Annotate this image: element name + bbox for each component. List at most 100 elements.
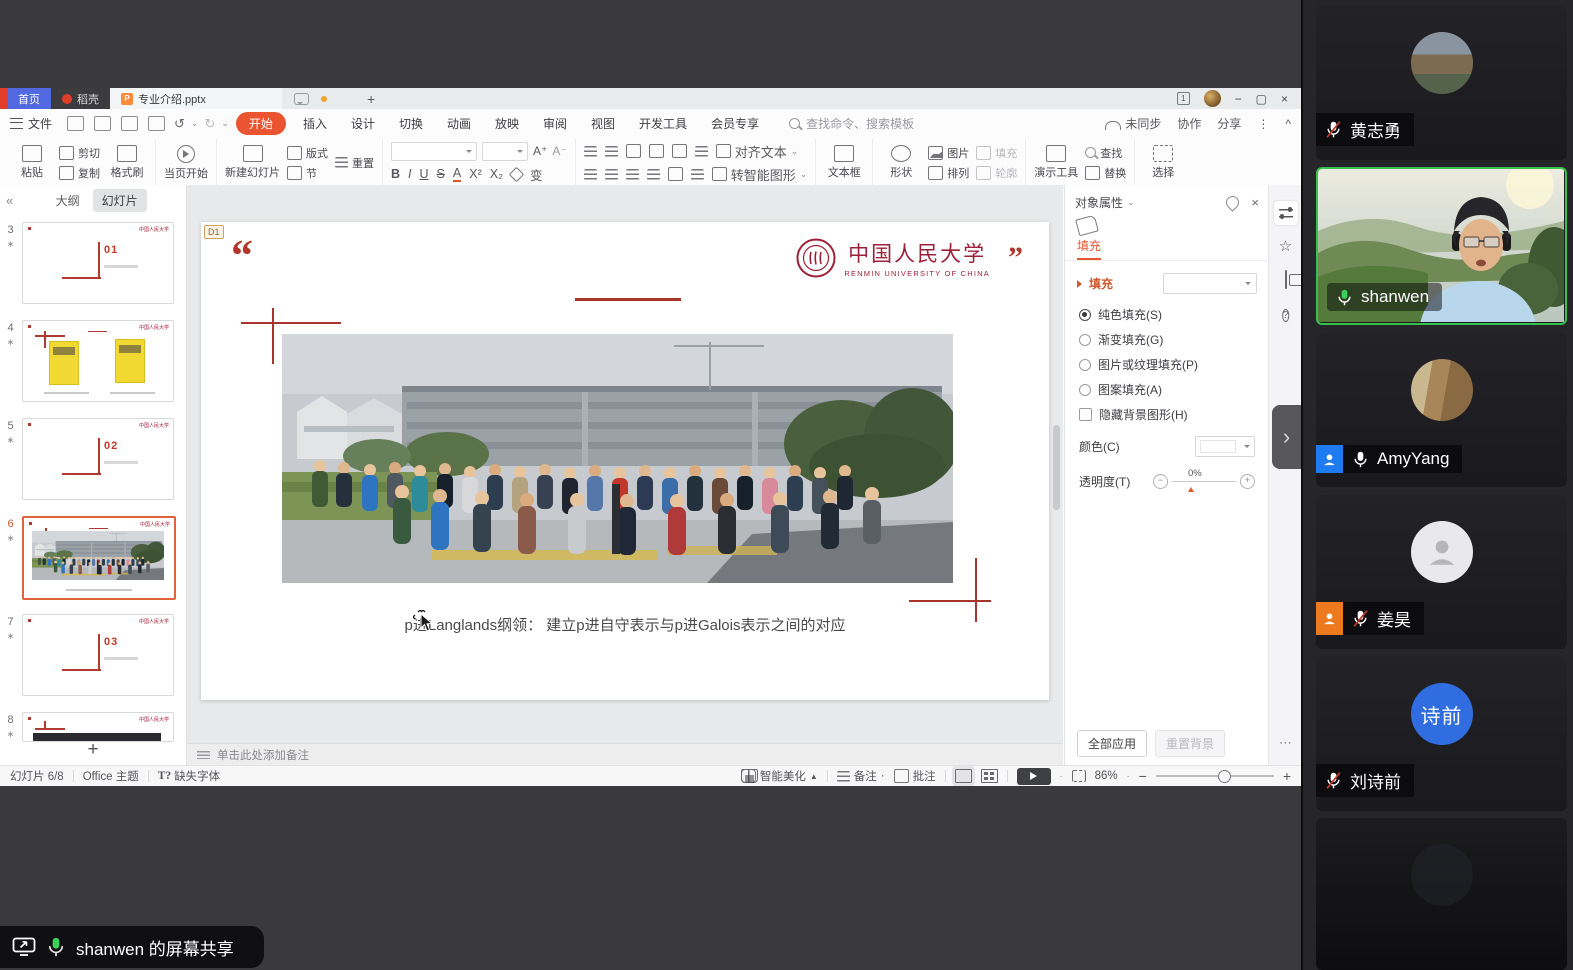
undo-caret[interactable]: ⌄ [191,118,199,129]
menu-tab-design[interactable]: 设计 [341,112,385,135]
preview-icon[interactable] [148,116,165,131]
zoom-percentage[interactable]: 86% [1095,770,1118,782]
increase-transparency-button[interactable]: + [1240,474,1255,489]
select-button[interactable]: 选择 [1143,145,1183,180]
align-center-icon[interactable] [605,169,618,180]
comment-bubble-icon[interactable] [294,93,309,105]
picture-button[interactable]: 图片 [928,145,969,161]
group-photo[interactable] [282,334,953,583]
layout-button[interactable]: 版式 [287,145,328,161]
strip-more-button[interactable]: ⋯ [1279,735,1292,751]
slide-thumbnail-3[interactable]: 中国人民大学 01 [22,222,174,304]
slider-marker[interactable] [1188,484,1194,492]
new-slide-button[interactable]: 新建幻灯片 [225,145,280,180]
reset-background-button[interactable]: 重置背景 [1155,730,1225,757]
text-effects-button[interactable]: 变 [530,165,543,184]
close-button[interactable]: × [1281,92,1288,106]
option-gradient-fill[interactable]: 渐变填充(G) [1065,327,1269,352]
more-menu[interactable]: ⋮ [1257,117,1269,131]
new-tab-button[interactable]: + [367,91,375,107]
increase-font-button[interactable]: A⁺ [533,144,547,158]
reading-view-button[interactable] [741,769,758,783]
bullet-list-icon[interactable] [584,146,597,157]
redo-button[interactable]: ↻ [204,116,215,132]
menu-tab-devtools[interactable]: 开发工具 [629,112,697,135]
slide-caption[interactable]: p进Langlands纲领： 建立p进自守表示与p进Galois表示之间的对应 [201,614,1049,635]
restore-button[interactable]: ▢ [1256,92,1267,106]
shapes-button[interactable]: 形状 [881,145,921,180]
participant-tile[interactable]: 诗前 刘诗前 [1316,657,1567,811]
apply-all-button[interactable]: 全部应用 [1077,730,1147,757]
underline-button[interactable]: U [420,167,429,181]
share-button[interactable]: 分享 [1217,115,1241,132]
decrease-transparency-button[interactable]: − [1153,474,1168,489]
properties-strip-button[interactable] [1274,201,1298,225]
smart-graphic-button[interactable]: 转智能图形⌄ [712,165,808,184]
option-solid-fill[interactable]: 纯色填充(S) [1065,302,1269,327]
participant-tile-speaking[interactable]: shanwen [1316,167,1567,325]
menu-tab-transition[interactable]: 切换 [389,112,433,135]
tab-slides[interactable]: 幻灯片 [93,189,147,212]
properties-caret[interactable]: ⌄ [1127,197,1135,208]
section-triangle-icon[interactable] [1077,280,1086,288]
fit-slide-icon[interactable] [1072,770,1086,782]
align-left-icon[interactable] [584,169,597,180]
cut-button[interactable]: 剪切 [59,145,100,161]
canvas-scrollbar[interactable] [1053,425,1060,510]
option-hide-background[interactable]: 隐藏背景图形(H) [1065,402,1269,427]
arrange-button[interactable]: 排列 [928,165,969,181]
print-icon[interactable] [121,116,138,131]
transparency-slider[interactable]: − 0% + [1153,474,1255,489]
decrease-font-button[interactable]: A⁻ [552,144,566,158]
menu-tab-insert[interactable]: 插入 [293,112,337,135]
notes-toggle-button[interactable]: 备注· [837,768,885,784]
notes-bar[interactable]: 单击此处添加备注 [187,743,1063,765]
font-color-button[interactable]: A [453,166,461,182]
justify-icon[interactable] [647,169,660,180]
tab-docer[interactable]: 稻壳 [51,88,110,109]
normal-view-button[interactable] [955,769,972,783]
menu-tab-animation[interactable]: 动画 [437,112,481,135]
slide-thumbnail-8[interactable]: 中国人民大学 [22,712,174,742]
current-slide[interactable]: D1 “ 中国人民大学 RENMIN UNIVERSITY OF CHINA [201,222,1049,700]
file-menu[interactable]: 文件 [10,115,52,132]
participant-tile[interactable]: AmyYang [1316,333,1567,487]
participant-tile[interactable]: 黄志勇 [1316,6,1567,160]
slide-sorter-view-button[interactable] [981,769,998,783]
fill-style-select[interactable] [1163,273,1257,294]
play-options-caret[interactable]: · [1060,771,1063,781]
menu-tab-review[interactable]: 审阅 [533,112,577,135]
menu-tab-slideshow[interactable]: 放映 [485,112,529,135]
collapse-panel-button[interactable]: « [6,193,13,208]
strikethrough-button[interactable]: S [437,167,445,181]
tab-home[interactable]: 首页 [7,88,51,109]
collapse-ribbon-button[interactable]: ^ [1285,117,1291,131]
align-right-icon[interactable] [626,169,639,180]
zoom-out-button[interactable]: − [1139,768,1147,784]
account-avatar[interactable] [1204,90,1221,107]
zoom-in-button[interactable]: + [1283,768,1291,784]
tab-outline[interactable]: 大纲 [47,189,89,212]
close-panel-button[interactable]: × [1251,195,1259,210]
comments-button[interactable]: 批注 [894,768,936,784]
slideshow-play-button[interactable] [1017,768,1051,785]
save-icon[interactable] [67,116,84,131]
play-from-page-button[interactable]: 当页开始 [164,145,208,181]
slide-thumbnail-6-selected[interactable]: 中国人民大学 [22,516,176,600]
outline-button[interactable]: 轮廓 [976,165,1017,181]
increase-indent-icon[interactable] [649,144,664,158]
text-direction-icon[interactable] [672,144,687,158]
italic-button[interactable]: I [408,167,411,181]
export-icon[interactable] [94,116,111,131]
color-select[interactable] [1195,436,1255,457]
menu-tab-start[interactable]: 开始 [236,112,286,135]
slide-thumbnail-5[interactable]: 中国人民大学 02 [22,418,174,500]
add-slide-button[interactable]: + [87,739,98,761]
slide-thumbnail-4[interactable]: 中国人民大学 [22,320,174,402]
font-name-select[interactable] [391,142,477,161]
slider-track[interactable]: 0% [1172,481,1236,483]
copy-button[interactable]: 复制 [59,165,100,181]
section-button[interactable]: 节 [287,165,328,181]
clear-format-icon[interactable] [509,166,525,182]
text-box-button[interactable]: 文本框 [824,145,864,180]
